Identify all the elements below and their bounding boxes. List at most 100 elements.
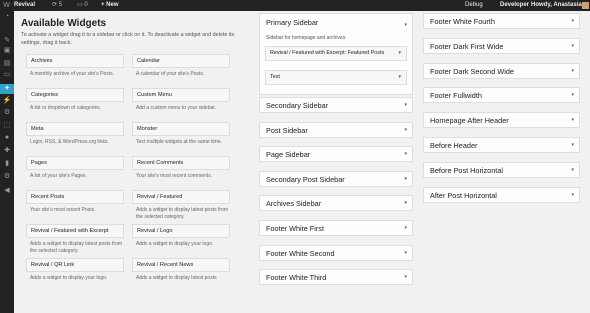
widget-archives[interactable]: Archives (26, 54, 124, 68)
debug-link[interactable]: Debug (465, 0, 483, 11)
sidebar-title: Footer White Third (266, 273, 327, 283)
widget-title: Revival / Featured with Excerpt: Feature… (270, 50, 385, 56)
comments-icon[interactable]: ▭ (0, 70, 14, 80)
sidebar-footer-dark-first-wide[interactable]: Footer Dark First Wide ▾ (423, 37, 580, 54)
sidebar-post-sidebar[interactable]: Post Sidebar ▾ (259, 121, 413, 138)
collapse-icon[interactable]: ◀ (0, 186, 14, 196)
chevron-down-icon[interactable]: ▾ (571, 138, 574, 153)
chevron-down-icon[interactable]: ▾ (404, 196, 407, 211)
chevron-down-icon[interactable]: ▾ (571, 163, 574, 178)
chevron-down-icon[interactable]: ▾ (571, 64, 574, 79)
pages-icon[interactable]: ▤ (0, 59, 14, 69)
widget-pages[interactable]: Pages (26, 156, 124, 170)
primary-sidebar-widget[interactable]: Revival / Featured with Excerpt: Feature… (265, 46, 407, 61)
widget-description: A monthly archive of your site's Posts. (30, 71, 115, 77)
comments-count: 0 (84, 2, 88, 8)
chevron-down-icon[interactable]: ▾ (404, 246, 407, 261)
sidebar-footer-dark-second-wide[interactable]: Footer Dark Second Wide ▾ (423, 62, 580, 79)
widget-description: A list of your site's Pages. (30, 173, 87, 179)
widget-description: Your site's most recent Posts. (30, 207, 96, 213)
chevron-down-icon[interactable]: ▾ (571, 88, 574, 103)
account-link[interactable]: Howdy, Anastasia (531, 0, 582, 11)
sidebar-title: Page Sidebar (266, 150, 311, 160)
pin-icon[interactable]: ✎ (0, 36, 14, 46)
chevron-down-icon[interactable]: ▾ (404, 123, 407, 138)
sidebar-footer-white-third[interactable]: Footer White Third ▾ (259, 269, 413, 286)
sidebar-title: Footer Fullwidth (430, 91, 482, 101)
sidebar-footer-white-first[interactable]: Footer White First ▾ (259, 220, 413, 236)
widget-revival-recent-news[interactable]: Revival / Recent News (132, 258, 230, 272)
primary-sidebar-widget[interactable]: Text ▾ (265, 70, 407, 85)
dashboard-icon[interactable]: ◔ (0, 12, 14, 22)
tools-icon[interactable]: ✚ (0, 146, 14, 156)
sidebar-before-header[interactable]: Before Header ▾ (423, 137, 580, 153)
site-name-link[interactable]: Revival (14, 0, 35, 11)
sidebar-title: Footer Dark Second Wide (430, 66, 514, 76)
media-icon[interactable]: ▣ (0, 46, 14, 56)
appearance-icon[interactable]: ✦ (0, 84, 14, 94)
available-widgets-title: Available Widgets (21, 18, 107, 29)
primary-sidebar-title: Primary Sidebar (266, 18, 319, 27)
widget-custom-menu[interactable]: Custom Menu (132, 88, 230, 102)
chevron-down-icon[interactable]: ▾ (404, 172, 407, 187)
updates-icon: ⟳ (52, 2, 58, 8)
available-widgets-description: To activate a widget drag it to a sideba… (21, 32, 235, 46)
developer-link[interactable]: Developer (500, 0, 529, 11)
sidebar-secondary-post-sidebar[interactable]: Secondary Post Sidebar ▾ (259, 170, 413, 187)
sidebar-secondary-sidebar[interactable]: Secondary Sidebar ▾ (259, 97, 413, 113)
sidebar-footer-white-second[interactable]: Footer White Second ▾ (259, 244, 413, 261)
wordpress-icon[interactable]: W (2, 0, 11, 11)
chevron-down-icon[interactable]: ▾ (404, 98, 407, 113)
sidebar-title: Footer White First (266, 224, 324, 233)
widget-revival-logo[interactable]: Revival / Logo (132, 224, 230, 238)
plugins-icon[interactable]: ⚡ (0, 96, 14, 106)
available-widgets-panel: Available Widgets To activate a widget d… (18, 12, 244, 313)
widgets-icon[interactable]: ⬚ (0, 121, 14, 131)
chevron-down-icon[interactable]: ▾ (571, 113, 574, 128)
sidebar-after-post-horizontal[interactable]: After Post Horizontal ▾ (423, 186, 580, 203)
chevron-down-icon[interactable]: ▾ (398, 71, 401, 84)
new-content-link[interactable]: + New (101, 0, 119, 11)
sidebar-title: Archives Sidebar (266, 199, 322, 209)
chevron-down-icon[interactable]: ▾ (404, 147, 407, 162)
slider-icon[interactable]: ▮ (0, 159, 14, 169)
widget-description: A calendar of your site's Posts. (136, 71, 205, 77)
chevron-down-icon[interactable]: ▾ (404, 14, 407, 36)
widget-monster[interactable]: Monster (132, 122, 230, 136)
sidebar-title: Footer White Second (266, 248, 335, 258)
sidebar-footer-fullwidth[interactable]: Footer Fullwidth ▾ (423, 87, 580, 104)
widget-calendar[interactable]: Calendar (132, 54, 230, 68)
chevron-down-icon[interactable]: ▾ (404, 221, 407, 236)
gear-icon[interactable]: ⚙ (0, 172, 14, 182)
widget-recent-posts[interactable]: Recent Posts (26, 190, 124, 204)
sidebar-title: After Post Horizontal (430, 190, 497, 200)
sidebar-title: Before Post Horizontal (430, 165, 504, 175)
widget-meta[interactable]: Meta (26, 122, 124, 136)
updates-link[interactable]: ⟳ 5 (52, 0, 62, 11)
sidebar-archives-sidebar[interactable]: Archives Sidebar ▾ (259, 195, 413, 212)
users-icon[interactable]: ● (0, 133, 14, 143)
widget-recent-comments[interactable]: Recent Comments (132, 156, 230, 170)
admin-menu: ◔ ✎ ▣ ▤ ▭ ✦ ⚡ ⚙ ⬚ ● ✚ ▮ ⚙ ◀ (0, 11, 14, 313)
chevron-down-icon[interactable]: ▾ (571, 39, 574, 54)
chevron-down-icon[interactable]: ▾ (571, 14, 574, 29)
sidebar-before-post-horizontal[interactable]: Before Post Horizontal ▾ (423, 161, 580, 178)
widget-revival-featured-with-excerpt[interactable]: Revival / Featured with Excerpt (26, 224, 124, 238)
widget-revival-featured[interactable]: Revival / Featured (132, 190, 230, 204)
sidebar-page-sidebar[interactable]: Page Sidebar ▾ (259, 146, 413, 163)
sidebar-homepage-after-header[interactable]: Homepage After Header ▾ (423, 112, 580, 129)
primary-sidebar[interactable]: Primary Sidebar ▾ Sidebar for homepage a… (259, 13, 413, 95)
chevron-down-icon[interactable]: ▾ (404, 270, 407, 285)
widget-description: Adds a widget to display your logo. (136, 241, 214, 247)
widget-revival-qr-link[interactable]: Revival / QR Link (26, 258, 124, 272)
avatar[interactable] (582, 2, 589, 9)
settings-icon[interactable]: ⚙ (0, 108, 14, 118)
widget-description: Add a custom menu to your sidebar. (136, 105, 217, 111)
widget-description: Login, RSS, & WordPress.org links. (30, 139, 109, 145)
sidebar-footer-white-fourth[interactable]: Footer White Fourth ▾ (423, 13, 580, 29)
chevron-down-icon[interactable]: ▾ (571, 188, 574, 203)
comments-link[interactable]: ▭ 0 (77, 0, 88, 11)
sidebar-title: Secondary Sidebar (266, 101, 329, 110)
chevron-down-icon[interactable]: ▾ (398, 47, 401, 60)
widget-categories[interactable]: Categories (26, 88, 124, 102)
